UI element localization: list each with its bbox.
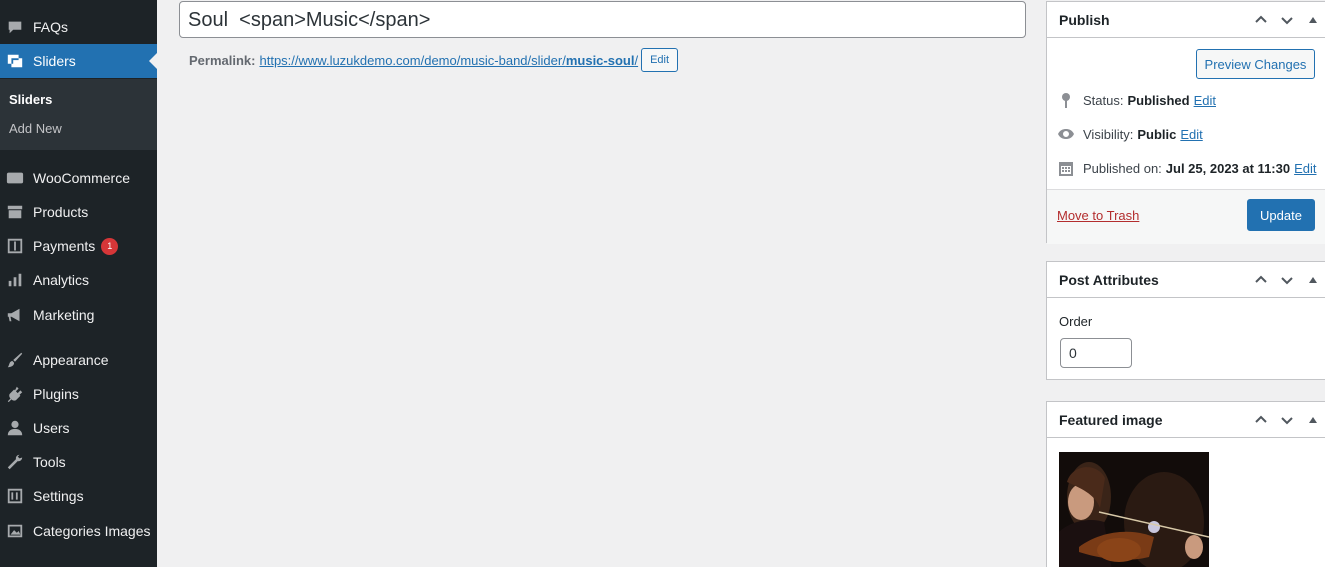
move-up-icon[interactable] xyxy=(1251,410,1271,430)
menu-item-tools[interactable]: Tools xyxy=(0,445,157,479)
post-attributes-header: Post Attributes xyxy=(1047,262,1325,298)
featured-image-thumbnail[interactable] xyxy=(1059,452,1209,567)
permalink-row: Permalink: https://www.luzukdemo.com/dem… xyxy=(189,48,679,72)
menu-item-label: Settings xyxy=(33,488,84,504)
menu-item-label: Analytics xyxy=(33,272,90,288)
dollar-card-icon xyxy=(5,236,25,256)
paintbrush-icon xyxy=(5,350,25,370)
archive-box-icon xyxy=(5,202,25,222)
publish-box-title: Publish xyxy=(1059,11,1110,28)
published-on-row: Published on: Jul 25, 2023 at 11:30 Edit xyxy=(1057,159,1317,177)
preview-changes-button[interactable]: Preview Changes xyxy=(1196,49,1315,79)
menu-item-products[interactable]: Products xyxy=(0,195,157,229)
menu-item-label: WooCommerce xyxy=(33,170,130,186)
menu-item-label: Sliders xyxy=(33,53,76,69)
submenu-item-add-new[interactable]: Add New xyxy=(9,121,62,136)
megaphone-icon xyxy=(5,305,25,325)
menu-item-label: Appearance xyxy=(33,352,109,368)
image-icon xyxy=(5,521,25,541)
order-input[interactable]: 0 xyxy=(1060,338,1132,368)
menu-item-marketing[interactable]: Marketing xyxy=(0,298,157,332)
post-title-input[interactable]: Soul <span>Music</span> xyxy=(179,1,1026,38)
move-down-icon[interactable] xyxy=(1277,270,1297,290)
menu-item-payments[interactable]: Payments 1 xyxy=(0,229,157,263)
visibility-value: Public xyxy=(1137,126,1177,142)
notification-badge: 1 xyxy=(101,237,119,255)
menu-item-faqs[interactable]: FAQs xyxy=(0,10,157,44)
published-on-value: Jul 25, 2023 at 11:30 xyxy=(1165,160,1291,176)
menu-item-settings[interactable]: Settings xyxy=(0,479,157,513)
violinist-photo xyxy=(1059,452,1209,567)
bar-chart-icon xyxy=(5,270,25,290)
visibility-label: Visibility: xyxy=(1083,126,1134,142)
publish-box: Publish Preview Changes Status: Publishe… xyxy=(1046,1,1325,244)
permalink-slug: music-soul xyxy=(565,52,635,68)
eye-icon xyxy=(1057,125,1075,143)
published-on-edit-link[interactable]: Edit xyxy=(1294,161,1316,176)
menu-item-sliders[interactable]: Sliders xyxy=(0,44,157,78)
menu-item-label: Plugins xyxy=(33,386,79,402)
menu-item-appearance[interactable]: Appearance xyxy=(0,343,157,377)
status-row: Status: Published Edit xyxy=(1057,91,1216,109)
featured-image-header: Featured image xyxy=(1047,402,1325,438)
permalink-label: Permalink: xyxy=(189,52,256,68)
plug-icon xyxy=(5,384,25,404)
menu-item-label: Categories Images xyxy=(33,523,151,539)
menu-item-woocommerce[interactable]: WooCommerce xyxy=(0,161,157,195)
move-up-icon[interactable] xyxy=(1251,10,1271,30)
permalink-edit-button[interactable]: Edit xyxy=(641,48,679,72)
featured-image-box: Featured image xyxy=(1046,401,1325,567)
menu-item-plugins[interactable]: Plugins xyxy=(0,377,157,411)
featured-image-title: Featured image xyxy=(1059,411,1163,428)
visibility-edit-link[interactable]: Edit xyxy=(1180,127,1202,142)
images-icon xyxy=(5,51,25,71)
move-up-icon[interactable] xyxy=(1251,270,1271,290)
visibility-row: Visibility: Public Edit xyxy=(1057,125,1203,143)
menu-item-analytics[interactable]: Analytics xyxy=(0,263,157,297)
menu-item-label: Payments xyxy=(33,238,96,254)
post-attributes-title: Post Attributes xyxy=(1059,271,1159,288)
menu-item-label: Tools xyxy=(33,454,66,470)
status-label: Status: xyxy=(1083,92,1124,108)
menu-item-label: Marketing xyxy=(33,307,95,323)
permalink-base: https://www.luzukdemo.com/demo/music-ban… xyxy=(259,52,566,68)
collapse-toggle-icon[interactable] xyxy=(1303,410,1323,430)
sliders-settings-icon xyxy=(5,486,25,506)
menu-item-label: Products xyxy=(33,204,89,220)
menu-item-users[interactable]: Users xyxy=(0,411,157,445)
woocommerce-icon xyxy=(5,168,25,188)
status-value: Published xyxy=(1127,92,1190,108)
collapse-toggle-icon[interactable] xyxy=(1303,270,1323,290)
permalink-trailing: / xyxy=(634,52,639,68)
menu-item-categories-images[interactable]: Categories Images xyxy=(0,514,157,548)
admin-sidebar: FAQs Sliders Sliders Add New WooCommerce… xyxy=(0,0,157,567)
pin-icon xyxy=(1057,91,1075,109)
post-attributes-box: Post Attributes Order 0 xyxy=(1046,261,1325,380)
published-on-label: Published on: xyxy=(1083,160,1162,176)
permalink-url-link[interactable]: https://www.luzukdemo.com/demo/music-ban… xyxy=(259,53,638,68)
sliders-submenu: Sliders Add New xyxy=(0,79,157,150)
collapse-toggle-icon[interactable] xyxy=(1303,10,1323,30)
move-down-icon[interactable] xyxy=(1277,10,1297,30)
menu-item-label: Users xyxy=(33,420,70,436)
move-to-trash-link[interactable]: Move to Trash xyxy=(1057,208,1139,223)
major-publishing-actions: Move to Trash Update xyxy=(1047,189,1325,244)
order-label: Order xyxy=(1059,314,1093,329)
update-button[interactable]: Update xyxy=(1247,199,1315,231)
speech-bubble-icon xyxy=(5,17,25,37)
move-down-icon[interactable] xyxy=(1277,410,1297,430)
menu-item-label: FAQs xyxy=(33,19,69,35)
submenu-item-sliders[interactable]: Sliders xyxy=(9,92,52,107)
status-edit-link[interactable]: Edit xyxy=(1194,93,1216,108)
publish-box-header: Publish xyxy=(1047,2,1325,38)
user-icon xyxy=(5,418,25,438)
wrench-icon xyxy=(5,452,25,472)
calendar-icon xyxy=(1057,159,1075,177)
